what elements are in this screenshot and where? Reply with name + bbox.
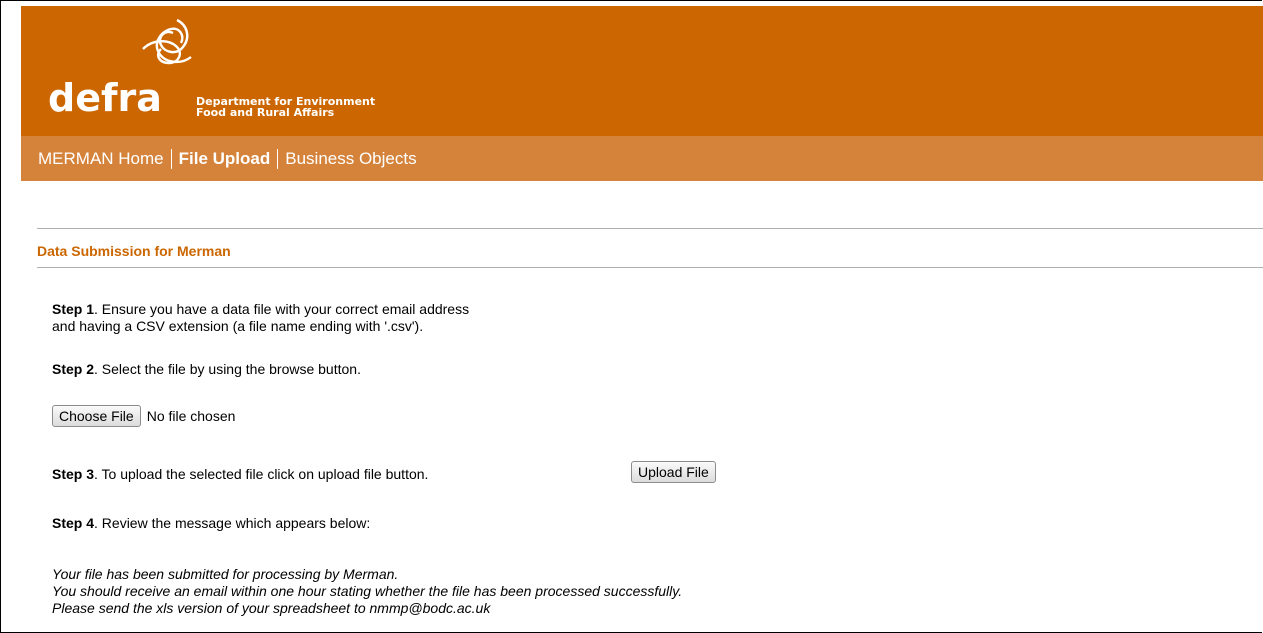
logo-subtitle-line2: Food and Rural Affairs	[196, 106, 335, 119]
step-1-text: . Ensure you have a data file with your …	[94, 301, 470, 317]
logo-subtitle: Department for Environment Food and Rura…	[196, 96, 375, 118]
step-2: Step 2. Select the file by using the bro…	[52, 361, 361, 378]
nav-separator	[170, 148, 172, 169]
site-header: defra Department for Environment Food an…	[21, 6, 1263, 136]
nav-file-upload[interactable]: File Upload	[173, 149, 277, 169]
defra-wordmark: defra	[48, 76, 162, 120]
step-1-text-line2: and having a CSV extension (a file name …	[52, 318, 424, 334]
divider-top	[37, 228, 1263, 229]
nav-merman-home[interactable]: MERMAN Home	[21, 149, 170, 169]
main-nav: MERMAN Home File Upload Business Objects	[21, 136, 1263, 181]
nav-business-objects[interactable]: Business Objects	[279, 149, 422, 169]
submission-message: Your file has been submitted for process…	[52, 566, 682, 617]
file-status: No file chosen	[146, 408, 236, 424]
message-line2: You should receive an email within one h…	[52, 583, 683, 599]
step-2-label: Step 2	[52, 361, 95, 377]
choose-file-button[interactable]: Choose File	[52, 405, 141, 427]
step-3-text: . To upload the selected file click on u…	[94, 466, 429, 482]
step-2-text: . Select the file by using the browse bu…	[94, 361, 361, 377]
step-1: Step 1. Ensure you have a data file with…	[52, 301, 469, 335]
message-line1: Your file has been submitted for process…	[52, 566, 399, 582]
step-3: Step 3. To upload the selected file clic…	[52, 466, 428, 483]
page-title: Data Submission for Merman	[37, 243, 231, 259]
divider-bottom	[37, 267, 1263, 268]
step-4-text: . Review the message which appears below…	[94, 515, 371, 531]
step-3-label: Step 3	[52, 466, 95, 482]
nav-separator	[277, 148, 279, 169]
message-line3: Please send the xls version of your spre…	[52, 600, 491, 616]
upload-file-button[interactable]: Upload File	[631, 461, 716, 483]
file-input: Choose File No file chosen	[52, 405, 235, 427]
step-4: Step 4. Review the message which appears…	[52, 515, 370, 532]
step-4-label: Step 4	[52, 515, 95, 531]
defra-logo-icon	[142, 18, 192, 65]
step-1-label: Step 1	[52, 301, 95, 317]
